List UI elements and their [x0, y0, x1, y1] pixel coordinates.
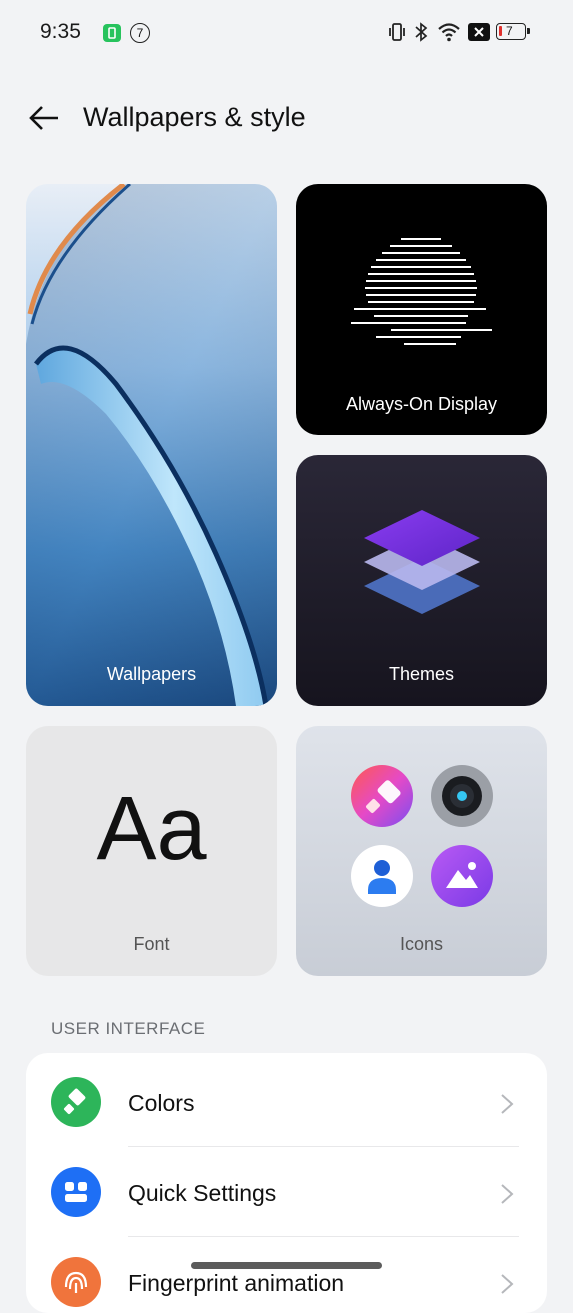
section-user-interface: USER INTERFACE	[51, 1019, 206, 1038]
always-on-display-tile[interactable]: Always-On Display	[296, 184, 547, 435]
wallpaper-preview-image	[26, 184, 277, 706]
status-bar: 9:35 7 7	[0, 0, 573, 66]
row-quick-settings[interactable]: Quick Settings	[26, 1147, 547, 1237]
fingerprint-icon	[51, 1257, 101, 1307]
paint-app-icon	[351, 765, 413, 827]
aod-label: Always-On Display	[345, 394, 498, 414]
page-title: Wallpapers & style	[83, 102, 306, 132]
row-label: Colors	[128, 1090, 195, 1116]
notification-count: 7	[136, 26, 144, 40]
page-header: Wallpapers & style	[0, 88, 573, 148]
themes-label: Themes	[388, 664, 455, 684]
battery-level: 7	[506, 24, 513, 38]
chevron-right-icon	[501, 1274, 514, 1294]
user-interface-card: Colors Quick Settings Fingerprint animat…	[26, 1053, 547, 1313]
camera-app-icon	[431, 765, 493, 827]
row-label: Fingerprint animation	[128, 1270, 345, 1296]
toggles-icon	[51, 1167, 101, 1217]
paint-bucket-icon	[51, 1077, 101, 1127]
contacts-app-icon	[351, 845, 413, 907]
icons-label: Icons	[399, 934, 444, 954]
row-label: Quick Settings	[128, 1180, 277, 1206]
chevron-right-icon	[501, 1094, 514, 1114]
chevron-right-icon	[501, 1184, 514, 1204]
gallery-app-icon	[431, 845, 493, 907]
wallpapers-tile[interactable]: Wallpapers	[26, 184, 277, 706]
row-fingerprint-animation[interactable]: Fingerprint animation	[26, 1237, 547, 1313]
bluetooth-icon	[415, 22, 428, 42]
wifi-icon	[438, 23, 460, 42]
font-label: Font	[133, 934, 170, 954]
themes-tile[interactable]: Themes	[296, 455, 547, 706]
notification-count-icon: 7	[130, 23, 150, 43]
wallpapers-label: Wallpapers	[106, 664, 197, 684]
font-sample: Aa	[96, 779, 207, 879]
gesture-home-bar[interactable]	[191, 1262, 382, 1269]
nfc-icon	[468, 23, 490, 41]
arrow-left-icon[interactable]	[28, 104, 60, 132]
battery-saver-icon	[103, 24, 121, 42]
battery-icon: 7	[496, 23, 530, 40]
icons-tile[interactable]: Icons	[296, 726, 547, 976]
row-colors[interactable]: Colors	[26, 1057, 547, 1147]
status-time: 9:35	[40, 20, 81, 43]
font-tile[interactable]: Aa Font	[26, 726, 277, 976]
vibrate-icon	[389, 23, 405, 41]
